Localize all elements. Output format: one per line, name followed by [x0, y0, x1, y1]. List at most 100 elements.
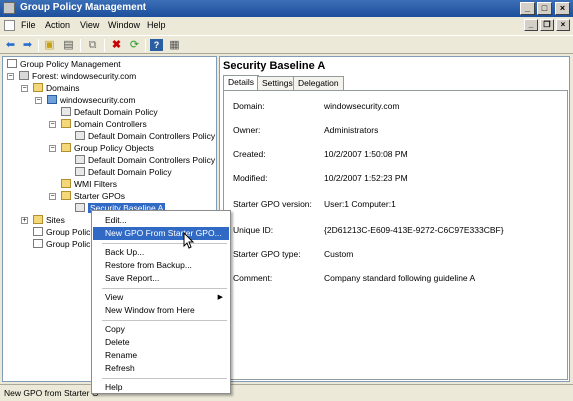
version-value: User:1 Computer:1	[324, 199, 396, 209]
page-title: Security Baseline A	[223, 60, 326, 72]
tree-item-root[interactable]: Group Policy Management	[7, 59, 121, 70]
tree-label: WMI Filters	[74, 179, 117, 189]
tree-label: Default Domain Policy	[88, 167, 172, 177]
folder-icon	[33, 83, 43, 92]
comment-label: Comment:	[233, 273, 273, 283]
window-title: Group Policy Management	[20, 2, 147, 13]
created-label: Created:	[233, 149, 266, 159]
menu-item-save-report[interactable]: Save Report...	[93, 272, 229, 285]
mdi-restore-button[interactable]: ❐	[540, 19, 554, 31]
tab-delegation[interactable]: Delegation	[293, 76, 344, 90]
tree-label: Group Policy Objects	[74, 143, 154, 153]
type-label: Starter GPO type:	[233, 249, 301, 259]
minimize-button[interactable]: _	[520, 2, 535, 15]
menu-action[interactable]: Action	[45, 20, 70, 30]
folder-icon	[61, 191, 71, 200]
tree-item-group-policy-modeling[interactable]: Group Polic	[33, 227, 90, 238]
context-menu: Edit... New GPO From Starter GPO... Back…	[91, 210, 231, 394]
collapse-icon[interactable]: −	[21, 85, 28, 92]
app-icon	[3, 2, 15, 14]
menu-item-copy[interactable]: Copy	[93, 323, 229, 336]
tree-item-domain[interactable]: windowsecurity.com	[47, 95, 135, 106]
menu-item-new-window[interactable]: New Window from Here	[93, 304, 229, 317]
sites-icon	[33, 215, 43, 224]
tree-item-group-policy-results[interactable]: Group Polic	[33, 239, 90, 250]
menu-window[interactable]: Window	[108, 20, 140, 30]
tree-label: Sites	[46, 215, 65, 225]
tree-item-domains[interactable]: Domains	[33, 83, 80, 94]
tree-item-group-policy-objects[interactable]: Group Policy Objects	[61, 143, 154, 154]
ou-icon	[61, 119, 71, 128]
created-value: 10/2/2007 1:50:08 PM	[324, 149, 408, 159]
up-icon[interactable]: ▣	[43, 39, 56, 51]
toolbar-separator	[80, 39, 81, 52]
status-bar: New GPO from Starter G	[0, 384, 573, 401]
menu-item-rename[interactable]: Rename	[93, 349, 229, 362]
tree-label: Default Domain Controllers Policy	[88, 131, 216, 141]
status-text: New GPO from Starter G	[4, 388, 99, 398]
collapse-icon[interactable]: −	[35, 97, 42, 104]
type-value: Custom	[324, 249, 354, 259]
unique-id-value: {2D61213C-E609-413E-9272-C6C97E333CBF}	[324, 225, 504, 235]
menu-view[interactable]: View	[80, 20, 99, 30]
mdi-close-button[interactable]: ×	[556, 19, 570, 31]
help-icon[interactable]: ?	[150, 39, 163, 51]
close-button[interactable]: ×	[555, 2, 570, 15]
gpo-icon	[75, 167, 85, 176]
modified-value: 10/2/2007 1:52:23 PM	[324, 173, 408, 183]
menu-item-back-up[interactable]: Back Up...	[93, 246, 229, 259]
menu-file[interactable]: File	[21, 20, 36, 30]
toolbar: ⬅ ➡ ▣ ▤ ⧉ ✖ ⟳ ? ▦	[0, 35, 573, 54]
back-icon[interactable]: ⬅	[4, 39, 17, 51]
mdi-minimize-button[interactable]: _	[524, 19, 538, 31]
tree-item-default-domain-policy[interactable]: Default Domain Policy	[61, 107, 158, 118]
domain-label: Domain:	[233, 101, 265, 111]
starter-gpo-icon	[75, 203, 85, 212]
expand-icon[interactable]: +	[21, 217, 28, 224]
tree-label: Default Domain Policy	[74, 107, 158, 117]
forward-icon[interactable]: ➡	[21, 39, 34, 51]
tree-label: windowsecurity.com	[60, 95, 136, 105]
tab-settings[interactable]: Settings	[257, 76, 298, 90]
version-label: Starter GPO version:	[233, 199, 312, 209]
refresh-icon[interactable]: ⟳	[128, 39, 141, 51]
show-hide-tree-icon[interactable]: ▤	[62, 39, 75, 51]
collapse-icon[interactable]: −	[49, 193, 56, 200]
submenu-arrow-icon: ▶	[217, 294, 223, 301]
domain-icon	[47, 95, 57, 104]
owner-value: Administrators	[324, 125, 379, 135]
tree-item-starter-gpos[interactable]: Starter GPOs	[61, 191, 125, 202]
forest-icon	[19, 71, 29, 80]
collapse-icon[interactable]: −	[49, 145, 56, 152]
folder-icon	[61, 179, 71, 188]
menu-help[interactable]: Help	[147, 20, 166, 30]
tree-item-forest[interactable]: Forest: windowsecurity.com	[19, 71, 136, 82]
menu-item-view[interactable]: View ▶	[93, 291, 229, 304]
tree-item-default-dc-policy[interactable]: Default Domain Controllers Policy	[75, 131, 215, 142]
tree-item-gpo-dc-policy[interactable]: Default Domain Controllers Policy	[75, 155, 215, 166]
collapse-icon[interactable]: −	[7, 73, 14, 80]
copy-icon[interactable]: ⧉	[86, 39, 99, 51]
results-icon	[33, 239, 43, 248]
tab-details[interactable]: Details	[223, 75, 259, 90]
delete-icon[interactable]: ✖	[110, 39, 123, 51]
menu-separator	[102, 378, 227, 379]
menu-item-restore[interactable]: Restore from Backup...	[93, 259, 229, 272]
menu-item-refresh[interactable]: Refresh	[93, 362, 229, 375]
title-bar: Group Policy Management _ □ ×	[0, 0, 573, 17]
gpo-link-icon	[61, 107, 71, 116]
properties-icon[interactable]: ▦	[168, 39, 181, 51]
tree-item-sites[interactable]: Sites	[33, 215, 65, 226]
menu-item-label: View	[105, 292, 124, 302]
tree-item-wmi-filters[interactable]: WMI Filters	[61, 179, 117, 190]
collapse-icon[interactable]: −	[49, 121, 56, 128]
console-icon	[7, 59, 17, 68]
maximize-button[interactable]: □	[537, 2, 552, 15]
tree-item-domain-controllers[interactable]: Domain Controllers	[61, 119, 147, 130]
tree-item-gpo-domain-policy[interactable]: Default Domain Policy	[75, 167, 172, 178]
menu-item-new-gpo-from-starter[interactable]: New GPO From Starter GPO...	[93, 227, 229, 240]
toolbar-separator	[145, 39, 146, 52]
menu-item-help[interactable]: Help	[93, 381, 229, 394]
menu-item-edit[interactable]: Edit...	[93, 214, 229, 227]
menu-item-delete[interactable]: Delete	[93, 336, 229, 349]
